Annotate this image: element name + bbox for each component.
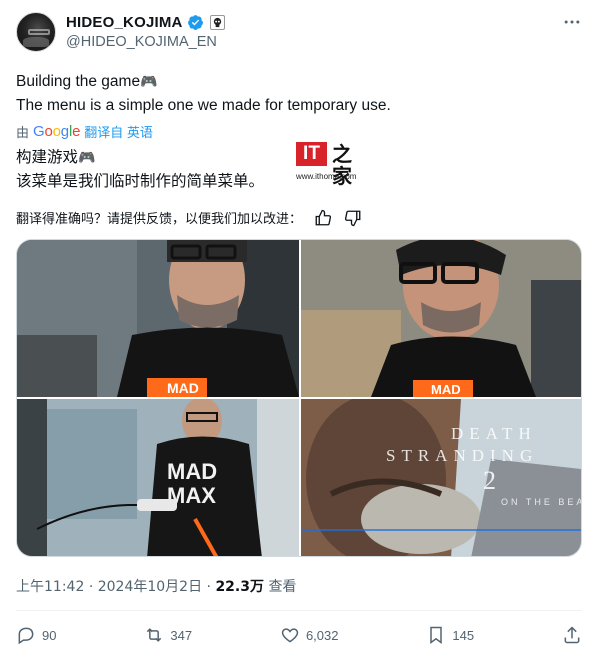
- divider: [16, 610, 582, 611]
- svg-text:STRANDING: STRANDING: [386, 446, 538, 465]
- author-handle[interactable]: @HIDEO_KOJIMA_EN: [66, 34, 217, 50]
- share-icon: [564, 626, 580, 644]
- translated-text: 构建游戏🎮 该菜单是我们临时制作的简单菜单。: [16, 146, 264, 193]
- svg-text:ON THE BEACH: ON THE BEACH: [501, 497, 582, 507]
- tweet-header: HIDEO_KOJIMA @HIDEO_KOJIMA_EN: [16, 12, 582, 56]
- repost-button[interactable]: 347: [144, 625, 192, 645]
- ithome-url: www.ithome.com: [296, 172, 357, 181]
- svg-text:DEATH: DEATH: [451, 424, 537, 443]
- svg-text:MAD: MAD: [167, 380, 199, 396]
- bookmark-button[interactable]: 145: [426, 625, 474, 645]
- action-bar: 90 347 6,032 145: [16, 622, 582, 648]
- media-grid: MAD MAD MAD MAX DEATH STRANDING 2 ON THE…: [16, 239, 582, 557]
- affiliate-badge-icon[interactable]: [209, 15, 225, 30]
- avatar-shape: [23, 37, 49, 47]
- like-button[interactable]: 6,032: [280, 625, 339, 645]
- translation-attribution: 由 Google 翻译自 英语: [16, 122, 153, 141]
- gamepad-emoji-icon: 🎮: [78, 150, 96, 166]
- avatar-glasses: [28, 29, 50, 35]
- svg-text:2: 2: [483, 466, 496, 495]
- photo-3-illustration: MAD MAX: [17, 399, 299, 556]
- skull-icon: [213, 17, 221, 28]
- tweet-date[interactable]: 2024年10月2日: [98, 579, 202, 595]
- svg-text:MAD: MAD: [431, 382, 461, 397]
- heart-icon: [281, 628, 299, 643]
- translation-feedback: 翻译得准确吗？请提供反馈，以便我们加以改进：: [16, 208, 362, 227]
- tweet-line-2: The menu is a simple one we made for tem…: [16, 97, 391, 114]
- author-name-row: HIDEO_KOJIMA: [66, 14, 225, 31]
- translation-prefix: 由: [16, 125, 30, 140]
- author-avatar[interactable]: [16, 12, 56, 52]
- author-display-name[interactable]: HIDEO_KOJIMA: [66, 14, 183, 31]
- tweet-meta: 上午11:42 · 2024年10月2日 · 22.3万 查看: [16, 579, 297, 595]
- photo-4[interactable]: DEATH STRANDING 2 ON THE BEACH: [301, 399, 582, 556]
- reply-count: 90: [42, 627, 57, 643]
- views-label: 查看: [268, 579, 297, 595]
- thumbs-down-icon[interactable]: [344, 209, 362, 227]
- ithome-logo: IT: [296, 142, 327, 166]
- google-logo: Google: [33, 123, 81, 140]
- tweet-time[interactable]: 上午11:42: [16, 579, 84, 595]
- repost-icon: [147, 628, 162, 642]
- photo-1-illustration: MAD: [17, 240, 299, 397]
- like-count: 6,032: [305, 627, 339, 643]
- tweet-text: Building the game🎮 The menu is a simple …: [16, 70, 582, 117]
- photo-4-illustration: DEATH STRANDING 2 ON THE BEACH: [301, 399, 582, 556]
- bookmark-count: 145: [452, 627, 475, 643]
- photo-3[interactable]: MAD MAX: [17, 399, 299, 556]
- svg-text:MAD: MAD: [167, 459, 217, 484]
- bookmark-icon: [430, 626, 443, 644]
- more-options-icon[interactable]: [562, 12, 582, 37]
- gamepad-emoji-icon: 🎮: [140, 74, 158, 90]
- views-count: 22.3万: [215, 579, 264, 595]
- verified-badge-icon: [187, 15, 203, 30]
- reply-icon: [18, 627, 34, 645]
- feedback-question: 翻译得准确吗？请提供反馈，以便我们加以改进：: [16, 212, 303, 227]
- photo-2[interactable]: MAD: [301, 240, 581, 397]
- photo-2-illustration: MAD: [301, 240, 581, 397]
- ithome-watermark: IT 之家 www.ithome.com: [296, 142, 368, 187]
- photo-1[interactable]: MAD: [17, 240, 299, 397]
- translated-from-link[interactable]: 翻译自 英语: [84, 122, 153, 141]
- tweet-line-1: Building the game🎮: [16, 70, 582, 94]
- reply-button[interactable]: 90: [16, 625, 56, 645]
- repost-count: 347: [170, 627, 193, 643]
- thumbs-up-icon[interactable]: [314, 209, 332, 227]
- translated-line-1: 构建游戏🎮: [16, 146, 264, 170]
- share-button[interactable]: [562, 625, 582, 645]
- translated-line-2: 该菜单是我们临时制作的简单菜单。: [16, 172, 265, 190]
